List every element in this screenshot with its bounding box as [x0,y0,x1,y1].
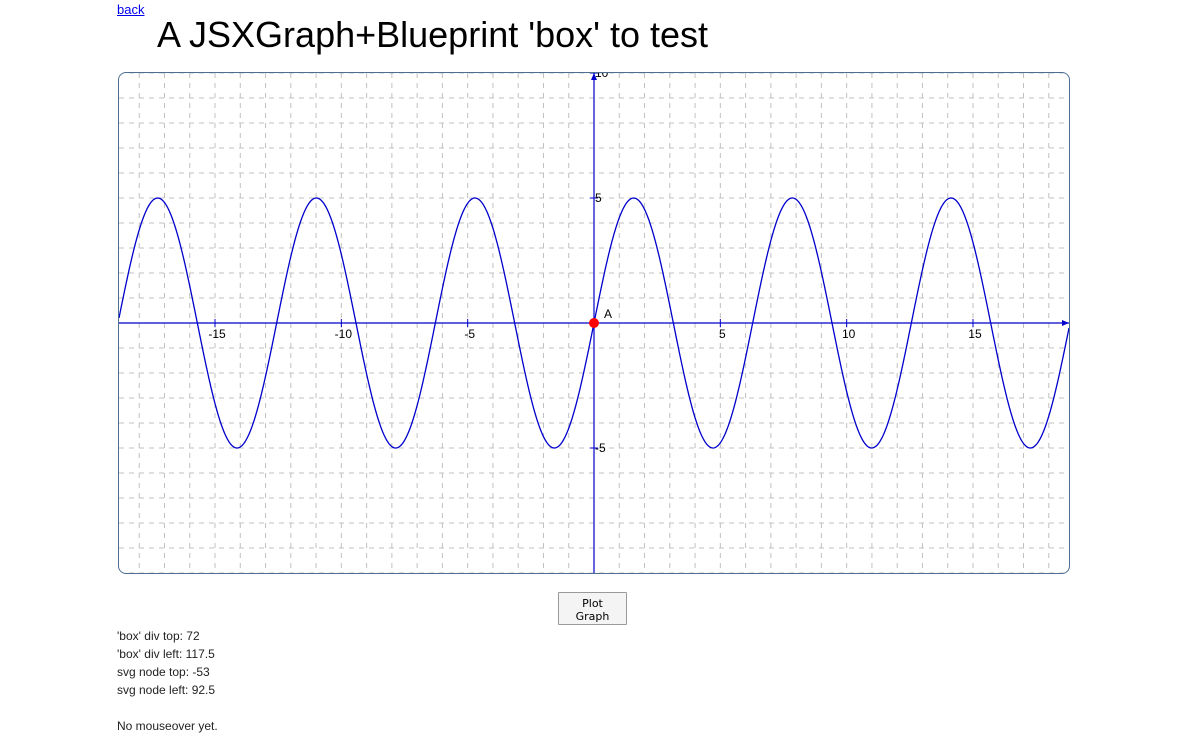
point-a-label: A [604,307,612,321]
svg-left-readout: svg node left: 92.5 [117,683,216,697]
y-tick-label: -5 [595,441,606,455]
x-tick-label: -10 [335,327,353,341]
box-left-readout: 'box' div left: 117.5 [117,647,215,661]
board-svg[interactable]: -15 -10 -5 5 10 15 10 5 -5 A [119,73,1069,573]
y-tick-label: 10 [595,73,609,80]
x-tick-label: 15 [968,327,982,341]
point-layer[interactable]: A [589,307,613,328]
mouseover-status: No mouseover yet. [117,719,218,733]
x-tick-label: -5 [464,327,475,341]
y-tick-label: 5 [595,191,602,205]
page-title: A JSXGraph+Blueprint 'box' to test [157,14,709,55]
point-a[interactable] [589,318,599,328]
box-top-readout: 'box' div top: 72 [117,629,200,643]
svg-top-readout: svg node top: -53 [117,665,210,679]
jsxgraph-board[interactable]: -15 -10 -5 5 10 15 10 5 -5 A [118,72,1070,574]
x-tick-label: -15 [208,327,226,341]
tick-labels: -15 -10 -5 5 10 15 10 5 -5 [208,73,982,455]
x-tick-label: 10 [842,327,856,341]
plot-graph-button[interactable]: Plot Graph [558,592,627,625]
x-tick-label: 5 [719,327,726,341]
back-link[interactable]: back [117,2,144,17]
x-axis-arrow [1062,320,1069,326]
